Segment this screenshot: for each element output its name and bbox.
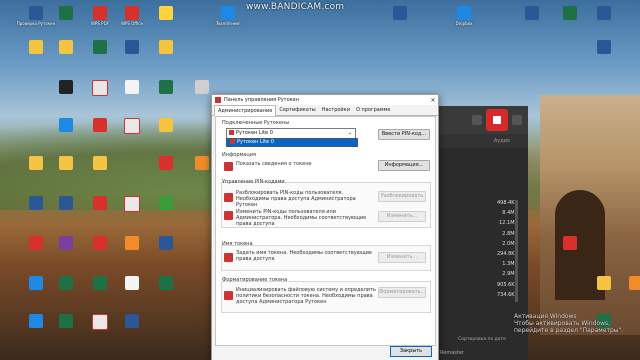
format-text: Инициализировать файловую систему и опре… bbox=[236, 287, 376, 305]
tab-bar: Администрирование Сертификаты Настройки … bbox=[212, 105, 438, 116]
connected-tokens-label: Подключенные Рутокены bbox=[222, 120, 290, 126]
tab-about[interactable]: О программе bbox=[353, 105, 394, 115]
enter-pin-button[interactable]: Ввести PIN-код... bbox=[378, 129, 430, 140]
tab-settings[interactable]: Настройки bbox=[319, 105, 353, 115]
info-button[interactable]: Информация... bbox=[378, 160, 430, 171]
change-name-button[interactable]: Изменить... bbox=[378, 252, 426, 263]
format-button[interactable]: Форматировать... bbox=[378, 287, 426, 298]
desktop-icon[interactable] bbox=[370, 6, 430, 21]
rutoken-control-panel: Панель управления Рутокен ✕ Администриро… bbox=[211, 94, 439, 360]
chevron-down-icon[interactable]: ⌄ bbox=[346, 129, 354, 138]
info-text: Показать сведения о токене bbox=[236, 161, 312, 167]
camera-icon[interactable] bbox=[512, 115, 522, 125]
desktop-icon[interactable] bbox=[136, 6, 196, 21]
file-size[interactable]: 2.8MB bbox=[446, 229, 518, 239]
file-size[interactable]: 905.6KB bbox=[446, 280, 518, 290]
administration-pane: Подключенные Рутокены Рутокен Lite 0 ⌄ Р… bbox=[215, 116, 436, 346]
desktop-icon[interactable] bbox=[540, 236, 600, 251]
unlock-text: Разблокировать PIN-коды пользователя. Не… bbox=[236, 190, 356, 208]
file-size[interactable]: 294.8KB bbox=[446, 249, 518, 259]
token-select-value: Рутокен Lite 0 bbox=[236, 130, 273, 136]
windows-activation-notice: Активация Windows Чтобы активировать Win… bbox=[514, 313, 634, 334]
activation-text: Чтобы активировать Windows, перейдите в … bbox=[514, 320, 624, 334]
window-title: Панель управления Рутокен bbox=[224, 97, 300, 103]
bandicam-watermark: www.BANDICAM.com bbox=[246, 2, 345, 12]
tab-audio[interactable]: Аудио bbox=[494, 138, 510, 144]
desktop-icon-label: Проверка Рутокен bbox=[16, 21, 56, 26]
unlock-button[interactable]: Разблокировать bbox=[378, 191, 426, 202]
file-size[interactable]: 2.9MB bbox=[446, 269, 518, 279]
desktop-icon[interactable]: Dropbox bbox=[434, 6, 494, 26]
name-group-label: Имя токена bbox=[222, 241, 253, 247]
desktop-icon-label: TeamViewer bbox=[215, 21, 241, 26]
token-name-icon bbox=[224, 253, 233, 262]
desktop-icon[interactable] bbox=[574, 6, 634, 21]
sort-label[interactable]: Сортировка по дате bbox=[436, 337, 528, 342]
token-icon bbox=[230, 139, 235, 144]
desktop-icon[interactable] bbox=[136, 276, 196, 291]
bandicam-toolbar bbox=[436, 106, 528, 134]
file-size[interactable]: 12.1MB bbox=[446, 218, 518, 228]
file-size[interactable]: 2.0MB bbox=[446, 239, 518, 249]
desktop-icon[interactable] bbox=[136, 196, 196, 211]
file-size[interactable]: 1.3MB bbox=[446, 259, 518, 269]
format-icon bbox=[224, 291, 233, 300]
scrollbar[interactable] bbox=[515, 200, 518, 302]
info-group-label: Информация bbox=[222, 152, 257, 158]
dropdown-option-label: Рутокен Lite 0 bbox=[237, 139, 274, 145]
activation-title: Активация Windows bbox=[514, 313, 577, 320]
desktop-icon-label: Dropbox bbox=[455, 21, 473, 26]
desktop-icon[interactable] bbox=[70, 156, 130, 171]
stop-icon bbox=[493, 116, 501, 124]
close-button[interactable]: Закрыть bbox=[390, 346, 432, 357]
desktop-icon[interactable] bbox=[172, 80, 232, 95]
tab-certificates[interactable]: Сертификаты bbox=[276, 105, 318, 115]
file-size[interactable]: 734.6KB bbox=[446, 290, 518, 300]
token-icon bbox=[224, 162, 233, 171]
remaster-label[interactable]: Remaster bbox=[440, 350, 464, 356]
title-bar: Панель управления Рутокен ✕ bbox=[212, 95, 438, 105]
change-pin-icon bbox=[224, 211, 233, 220]
desktop-icon[interactable] bbox=[136, 118, 196, 133]
file-size[interactable]: 498.4KB bbox=[446, 198, 518, 208]
tab-administration[interactable]: Администрирование bbox=[214, 105, 277, 116]
pin-group-label: Управление PIN-кодами bbox=[222, 179, 285, 185]
desktop-icon[interactable] bbox=[102, 314, 162, 329]
token-icon bbox=[229, 130, 234, 135]
close-icon[interactable]: ✕ bbox=[428, 97, 438, 104]
token-dropdown-option[interactable]: Рутокен Lite 0 bbox=[226, 138, 358, 147]
file-size[interactable]: 8.4MB bbox=[446, 208, 518, 218]
desktop-icon-label: WPS Office bbox=[121, 21, 143, 26]
unlock-icon bbox=[224, 193, 233, 202]
desktop-icon[interactable] bbox=[136, 236, 196, 251]
bandicam-tabs: Аудио bbox=[436, 134, 528, 148]
format-group-label: Форматирование токена bbox=[222, 277, 288, 283]
desktop-icon[interactable] bbox=[574, 40, 634, 55]
change-pin-text: Изменить PIN-коды пользователя или Админ… bbox=[236, 209, 367, 227]
rutoken-app-icon bbox=[215, 97, 221, 103]
record-stop-button[interactable] bbox=[486, 109, 508, 131]
token-name-text: Задать имя токена. Необходимы соответств… bbox=[236, 250, 372, 262]
pause-button[interactable] bbox=[472, 115, 482, 125]
desktop: Проверка Рутокен WPS PDF WPS Office Team… bbox=[0, 0, 640, 360]
desktop-icon[interactable] bbox=[136, 40, 196, 55]
change-pin-button[interactable]: Изменить... bbox=[378, 211, 426, 222]
desktop-icon[interactable] bbox=[606, 276, 640, 291]
